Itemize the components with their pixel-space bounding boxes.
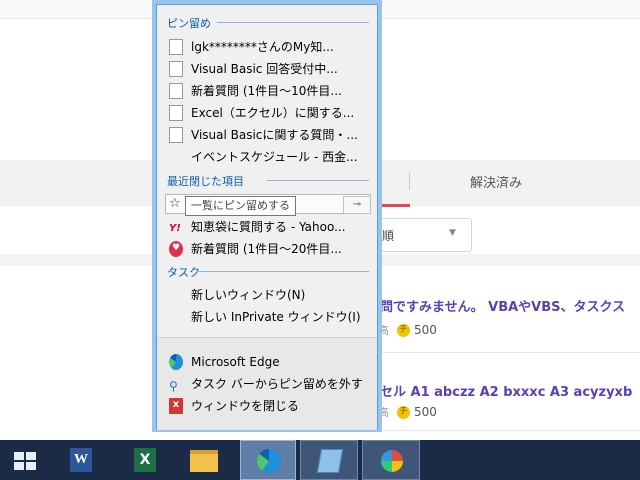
task-item-new-inprivate-window[interactable]: 新しい InPrivate ウィンドウ(I) — [169, 307, 373, 327]
paint-icon — [381, 450, 403, 472]
pinned-item-label: Visual Basicに関する質問・... — [191, 128, 358, 142]
taskbar-excel[interactable]: X — [120, 440, 168, 480]
star-icon: ☆ — [169, 196, 181, 211]
close-icon: x — [169, 398, 183, 414]
pinned-item-label: lgk********さんのMy知... — [191, 40, 334, 54]
pinned-item[interactable]: イベントスケジュール - 西金... — [169, 147, 373, 167]
question-title-link[interactable]: セル A1 abczz A2 bxxxc A3 acyzyxb — [380, 381, 632, 400]
unpin-icon: ⚲ — [169, 379, 178, 393]
coin-icon: チ — [397, 406, 410, 419]
taskbar-file-explorer[interactable] — [180, 440, 228, 480]
pinned-item[interactable]: Visual Basicに関する質問・... — [169, 125, 373, 145]
pinned-item[interactable]: Visual Basic 回答受付中... — [169, 59, 373, 79]
app-item-label: ウィンドウを閉じる — [191, 399, 300, 413]
recent-item[interactable]: Y! 知恵袋に質問する - Yahoo... — [169, 217, 373, 237]
pinned-item[interactable]: lgk********さんのMy知... — [169, 37, 373, 57]
chevron-down-icon: ▼ — [449, 228, 456, 238]
start-button[interactable] — [0, 440, 50, 480]
active-tab-indicator — [380, 204, 410, 207]
task-item-label: 新しいウィンドウ(N) — [191, 288, 306, 302]
pinned-item[interactable]: Excel（エクセル）に関する... — [169, 103, 373, 123]
notepad-icon — [316, 449, 344, 473]
taskbar-notepad[interactable] — [300, 440, 358, 480]
heart-icon: ♥ — [169, 241, 183, 257]
pinned-item-label: 新着質問 (1件目～10件目... — [191, 84, 342, 98]
coin-count: 500 — [414, 323, 437, 337]
document-icon — [169, 61, 183, 77]
app-item-microsoft-edge[interactable]: Microsoft Edge — [169, 352, 373, 372]
section-divider — [217, 22, 369, 23]
edge-jump-list: ピン留め lgk********さんのMy知... Visual Basic 回… — [152, 0, 382, 432]
task-item-label: 新しい InPrivate ウィンドウ(I) — [191, 310, 361, 324]
document-icon — [169, 105, 183, 121]
edge-icon — [169, 354, 183, 370]
recent-section-header: 最近閉じた項目 — [167, 175, 244, 188]
recent-item[interactable]: ♥ 新着質問 (1件目～20件目... — [169, 239, 373, 259]
question-meta: 高チ 500 — [378, 404, 437, 420]
word-icon: W — [70, 448, 92, 472]
coin-count: 500 — [414, 405, 437, 419]
pinned-item[interactable]: 新着質問 (1件目～10件目... — [169, 81, 373, 101]
tasks-section-header: タスク — [167, 266, 200, 279]
pin-tooltip: 一覧にピン留めする — [185, 196, 296, 216]
jump-list-panel: ピン留め lgk********さんのMy知... Visual Basic 回… — [156, 4, 378, 430]
document-icon — [169, 39, 183, 55]
edge-icon — [257, 449, 281, 473]
row-divider — [350, 430, 640, 431]
recent-item-label: 知恵袋に質問する - Yahoo... — [191, 220, 346, 234]
file-explorer-icon — [190, 450, 218, 472]
pinned-section-header: ピン留め — [167, 17, 211, 30]
pinned-item-label: イベントスケジュール - 西金... — [191, 150, 358, 164]
recent-item-label: 新着質問 (1件目～20件目... — [191, 242, 342, 256]
app-item-unpin[interactable]: ⚲ タスク バーからピン留めを外す — [169, 374, 373, 394]
tab-separator — [409, 172, 410, 190]
excel-icon: X — [134, 448, 156, 472]
pin-icon: ⊸ — [352, 199, 362, 210]
row-divider — [350, 352, 640, 353]
pinned-item-label: Visual Basic 回答受付中... — [191, 62, 338, 76]
taskbar-word[interactable]: W — [56, 440, 104, 480]
pinned-item-label: Excel（エクセル）に関する... — [191, 106, 355, 120]
yahoo-icon: Y! — [169, 223, 181, 234]
taskbar-paint[interactable] — [362, 440, 420, 480]
app-actions-area: Microsoft Edge ⚲ タスク バーからピン留めを外す x ウィンドウ… — [157, 337, 377, 430]
tab-resolved[interactable]: 解決済み — [470, 172, 560, 191]
taskbar: W X — [0, 440, 640, 480]
question-meta: 高チ 500 — [378, 322, 437, 338]
app-item-label: タスク バーからピン留めを外す — [191, 377, 363, 391]
app-item-close-window[interactable]: x ウィンドウを閉じる — [169, 396, 373, 416]
document-icon — [169, 83, 183, 99]
pin-to-list-button[interactable]: ⊸ — [343, 196, 371, 214]
start-icon — [14, 452, 36, 470]
taskbar-edge[interactable] — [240, 440, 296, 480]
section-divider — [197, 271, 369, 272]
app-item-label: Microsoft Edge — [191, 355, 280, 369]
coin-icon: チ — [397, 324, 410, 337]
question-title-link[interactable]: 問ですみません。 VBAやVBS、タスクス — [380, 296, 625, 315]
document-icon — [169, 127, 183, 143]
task-item-new-window[interactable]: 新しいウィンドウ(N) — [169, 285, 373, 305]
section-divider — [267, 180, 369, 181]
